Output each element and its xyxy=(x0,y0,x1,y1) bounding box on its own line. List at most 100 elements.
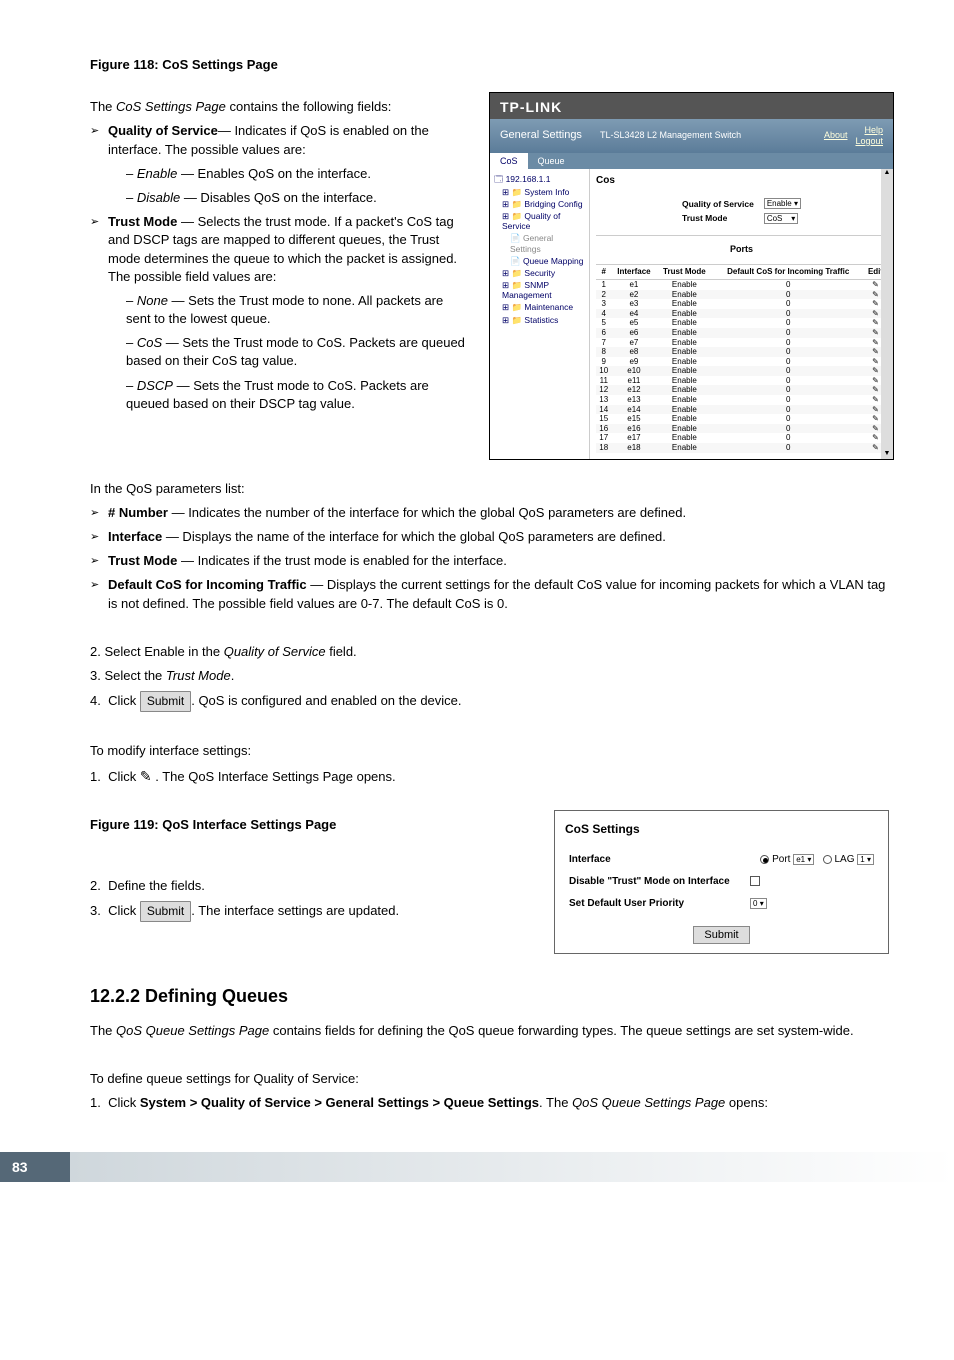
table-cell: 0 xyxy=(712,357,864,367)
paramlist-intro: In the QoS parameters list: xyxy=(90,480,894,498)
tab-cos[interactable]: CoS xyxy=(490,153,528,170)
tree-item[interactable]: ⊞ 📁 SNMP Management xyxy=(494,279,585,301)
table-cell: 0 xyxy=(712,279,864,289)
tree-item[interactable]: 📄 General Settings xyxy=(494,232,585,254)
table-row: 12e12Enable0✎ xyxy=(596,385,887,395)
param-item: Interface — Displays the name of the int… xyxy=(90,528,894,546)
logout-link[interactable]: Logout xyxy=(855,136,883,147)
tree-item[interactable]: ⊞ 📁 Statistics xyxy=(494,314,585,326)
table-row: 18e18Enable0✎ xyxy=(596,443,887,453)
table-cell: 0 xyxy=(712,443,864,453)
table-cell: 12 xyxy=(596,385,612,395)
table-cell: 0 xyxy=(712,318,864,328)
tab-queue[interactable]: Queue xyxy=(528,153,575,170)
table-cell: 2 xyxy=(596,290,612,300)
tree-item[interactable]: ⊞ 📁 System Info xyxy=(494,186,585,198)
table-cell: e3 xyxy=(612,299,657,309)
table-row: 1e1Enable0✎ xyxy=(596,279,887,289)
pencil-icon[interactable] xyxy=(140,769,152,784)
table-row: 8e8Enable0✎ xyxy=(596,347,887,357)
table-cell: Enable xyxy=(656,328,712,338)
table-cell: e16 xyxy=(612,424,657,434)
table-cell: 11 xyxy=(596,376,612,386)
lag-label: LAG xyxy=(835,854,855,865)
priority-select[interactable]: 0 ▾ xyxy=(750,898,767,909)
table-cell: e2 xyxy=(612,290,657,300)
table-cell: Enable xyxy=(656,443,712,453)
panel-title: Cos xyxy=(596,175,887,187)
table-cell: Enable xyxy=(656,347,712,357)
tree-item[interactable]: 📄 Queue Mapping xyxy=(494,255,585,267)
table-cell: Enable xyxy=(656,279,712,289)
table-cell: Enable xyxy=(656,366,712,376)
port-label: Port xyxy=(772,854,790,865)
sub-item: – CoS — Sets the Trust mode to CoS. Pack… xyxy=(126,334,471,370)
table-cell: Enable xyxy=(656,338,712,348)
table-cell: 0 xyxy=(712,328,864,338)
scrollbar[interactable] xyxy=(881,169,893,458)
table-row: 11e11Enable0✎ xyxy=(596,376,887,386)
tree-item[interactable]: ⊞ 📁 Security xyxy=(494,267,585,279)
tree-root[interactable]: 🗔 192.168.1.1 xyxy=(494,173,585,185)
param-item: # Number — Indicates the number of the i… xyxy=(90,504,894,522)
tree-item[interactable]: ⊞ 📁 Quality of Service xyxy=(494,210,585,232)
intro-suffix: contains the following fields: xyxy=(226,99,391,114)
sub-item: – Enable — Enables QoS on the interface. xyxy=(126,165,471,183)
table-cell: Enable xyxy=(656,299,712,309)
tree-item[interactable]: ⊞ 📁 Bridging Config xyxy=(494,198,585,210)
table-cell: 0 xyxy=(712,299,864,309)
disable-trust-checkbox[interactable] xyxy=(750,876,760,886)
section-1222-p1: The QoS Queue Settings Page contains fie… xyxy=(90,1022,894,1040)
table-cell: 0 xyxy=(712,405,864,415)
lag-radio[interactable] xyxy=(823,855,832,864)
qos-select[interactable]: Enable ▾ xyxy=(764,198,801,209)
app-window: TP-LINK General Settings TL-SL3428 L2 Ma… xyxy=(489,92,894,459)
about-link[interactable]: About xyxy=(824,130,848,141)
table-row: 4e4Enable0✎ xyxy=(596,309,887,319)
table-row: 5e5Enable0✎ xyxy=(596,318,887,328)
submit-button-inline[interactable]: Submit xyxy=(140,691,191,712)
section-1222-step1: 1. Click System > Quality of Service > G… xyxy=(90,1094,894,1112)
settings-disable-trust-label: Disable "Trust" Mode on Interface xyxy=(567,872,746,892)
table-cell: Enable xyxy=(656,376,712,386)
table-cell: e15 xyxy=(612,414,657,424)
table-cell: 0 xyxy=(712,347,864,357)
table-cell: Enable xyxy=(656,385,712,395)
param-item: Trust Mode — Indicates if the trust mode… xyxy=(90,552,894,570)
step-item: 2. Select Enable in the Quality of Servi… xyxy=(90,643,894,661)
table-cell: Enable xyxy=(656,414,712,424)
submit-button-inline-2[interactable]: Submit xyxy=(140,901,191,922)
modify-intro: To modify interface settings: xyxy=(90,742,894,760)
section-1222-heading: 12.2.2 Defining Queues xyxy=(90,984,894,1009)
bullet-item: Quality of Service— Indicates if QoS is … xyxy=(90,122,471,207)
app-logo: TP-LINK xyxy=(500,99,562,115)
figure-119-title: Figure 119: QoS Interface Settings Page xyxy=(90,816,536,834)
port-radio[interactable] xyxy=(760,855,769,864)
step-b3: 3. Click Submit. The interface settings … xyxy=(90,901,536,922)
settings-submit-button[interactable]: Submit xyxy=(693,926,749,944)
table-cell: e9 xyxy=(612,357,657,367)
sub-item: – Disable — Disables QoS on the interfac… xyxy=(126,189,471,207)
table-cell: Enable xyxy=(656,357,712,367)
table-row: 2e2Enable0✎ xyxy=(596,290,887,300)
table-cell: 9 xyxy=(596,357,612,367)
table-cell: 6 xyxy=(596,328,612,338)
qos-label: Quality of Service xyxy=(678,197,758,210)
table-cell: 4 xyxy=(596,309,612,319)
settings-interface-label: Interface xyxy=(567,850,746,870)
table-cell: 0 xyxy=(712,309,864,319)
table-cell: e7 xyxy=(612,338,657,348)
table-cell: 5 xyxy=(596,318,612,328)
table-row: 9e9Enable0✎ xyxy=(596,357,887,367)
table-cell: 0 xyxy=(712,433,864,443)
ports-caption: Ports xyxy=(596,244,887,255)
table-cell: 1 xyxy=(596,279,612,289)
nav-tree[interactable]: 🗔 192.168.1.1 ⊞ 📁 System Info⊞ 📁 Bridgin… xyxy=(490,169,590,458)
port-select[interactable]: e1 ▾ xyxy=(793,854,814,865)
bullet-item: Trust Mode — Selects the trust mode. If … xyxy=(90,213,471,413)
param-item: Default CoS for Incoming Traffic — Displ… xyxy=(90,576,894,612)
help-link[interactable]: Help xyxy=(855,125,883,136)
lag-select[interactable]: 1 ▾ xyxy=(857,854,874,865)
trust-select[interactable]: CoS ▾ xyxy=(764,213,798,224)
tree-item[interactable]: ⊞ 📁 Maintenance xyxy=(494,301,585,313)
